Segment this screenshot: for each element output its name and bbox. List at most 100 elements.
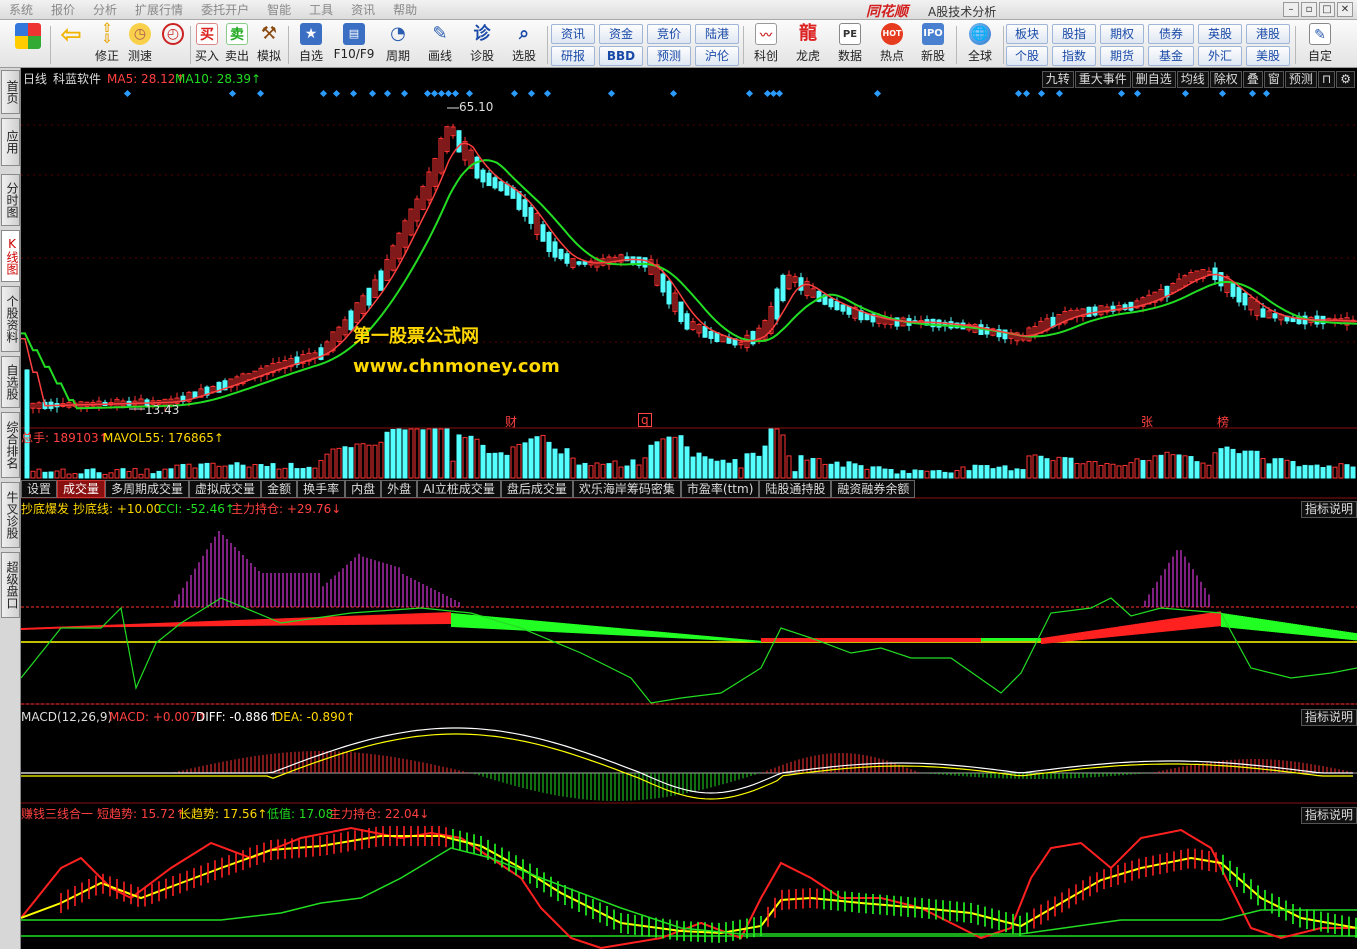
- tab-watchlist[interactable]: 自选股: [1, 356, 20, 408]
- buy-button[interactable]: 买 买入: [193, 23, 221, 64]
- bbd-button[interactable]: BBD: [599, 46, 643, 66]
- maximize-icon[interactable]: □: [1319, 2, 1335, 17]
- ind1-band: [465, 614, 467, 628]
- window-button[interactable]: 窗: [1263, 71, 1284, 88]
- event-marker-finance[interactable]: 财: [505, 413, 517, 430]
- subtab-settings[interactable]: 设置: [21, 480, 58, 498]
- event-marker-limitup[interactable]: 张: [1141, 413, 1153, 430]
- jiuzhuan-button[interactable]: 九转: [1041, 71, 1074, 88]
- restore-icon[interactable]: ▫: [1301, 2, 1317, 17]
- forex-button[interactable]: 外汇: [1198, 46, 1242, 66]
- forecast-button[interactable]: 预测: [647, 46, 691, 66]
- subtab-virtual-volume[interactable]: 虚拟成交量: [189, 480, 262, 498]
- f10-button[interactable]: ▤ F10/F9: [332, 23, 376, 61]
- chart-area[interactable]: 日线 科蓝软件 MA5: 28.12↑ MA10: 28.39↑ 九转 重大事件…: [21, 68, 1357, 949]
- single-stock-button[interactable]: 个股: [1006, 46, 1048, 66]
- subtab-inner[interactable]: 内盘: [345, 480, 382, 498]
- news-button[interactable]: 资讯: [551, 24, 595, 44]
- menu-quote[interactable]: 报价: [42, 1, 84, 18]
- custom-button[interactable]: ✎ 自定: [1300, 23, 1340, 64]
- major-events-button[interactable]: 重大事件: [1074, 71, 1131, 88]
- us-stock-button[interactable]: 美股: [1246, 46, 1290, 66]
- speed-test-button[interactable]: ◷ 测速: [125, 23, 155, 64]
- fund-button[interactable]: 资金: [599, 24, 643, 44]
- dragon-tiger-button[interactable]: 龍 龙虎: [788, 23, 828, 64]
- back-button[interactable]: ⇦: [56, 22, 86, 49]
- period-button[interactable]: ◔ 周期: [378, 23, 418, 64]
- menu-trade[interactable]: 委托开户: [192, 1, 258, 18]
- lock-icon[interactable]: ⊓: [1317, 71, 1336, 88]
- draw-line-button[interactable]: ✎ 画线: [420, 23, 460, 64]
- ind3-info-button[interactable]: 指标说明: [1300, 807, 1357, 824]
- ind1-info-button[interactable]: 指标说明: [1300, 501, 1357, 518]
- tab-diagnose[interactable]: 牛叉诊股: [1, 482, 20, 548]
- settings-icon[interactable]: ⚙: [1336, 71, 1355, 88]
- bonds-button[interactable]: 债券: [1148, 24, 1194, 44]
- subtab-multi-volume[interactable]: 多周期成交量: [105, 480, 190, 498]
- predict-button[interactable]: 预测: [1284, 71, 1317, 88]
- ipo-button[interactable]: IPO 新股: [913, 23, 953, 64]
- simulate-button[interactable]: ⚒ 模拟: [254, 23, 284, 64]
- menu-tools[interactable]: 工具: [300, 1, 342, 18]
- event-marker-list[interactable]: 榜: [1217, 413, 1229, 430]
- subtab-margin[interactable]: 融资融券余额: [831, 480, 916, 498]
- options-button[interactable]: 期权: [1100, 24, 1144, 44]
- close-icon[interactable]: ✕: [1337, 2, 1353, 17]
- stock-pick-button[interactable]: ⌕ 选股: [504, 23, 544, 64]
- menu-ext-market[interactable]: 扩展行情: [126, 1, 192, 18]
- ind1-band: [225, 620, 227, 627]
- windows-button[interactable]: [8, 23, 48, 49]
- data-button[interactable]: PE 数据: [830, 23, 870, 64]
- auction-button[interactable]: 竞价: [647, 24, 691, 44]
- subtab-outer[interactable]: 外盘: [381, 480, 418, 498]
- index-button[interactable]: 指数: [1052, 46, 1096, 66]
- stock-index-button[interactable]: 股指: [1052, 24, 1096, 44]
- subtab-pe[interactable]: 市盈率(ttm): [680, 480, 760, 498]
- subtab-volume[interactable]: 成交量: [57, 480, 106, 498]
- tab-ranking[interactable]: 综合排名: [1, 412, 20, 478]
- menu-analysis[interactable]: 分析: [84, 1, 126, 18]
- subtab-turnover[interactable]: 换手率: [297, 480, 346, 498]
- hotspot-button[interactable]: HOT 热点: [872, 23, 912, 64]
- menu-smart[interactable]: 智能: [258, 1, 300, 18]
- ma-button[interactable]: 均线: [1176, 71, 1209, 88]
- subtab-amount[interactable]: 金额: [261, 480, 298, 498]
- remove-watchlist-button[interactable]: 删自选: [1131, 71, 1176, 88]
- subtab-after-hours[interactable]: 盘后成交量: [500, 480, 573, 498]
- tab-stock-profile[interactable]: 个股资料: [1, 286, 20, 352]
- overlay-button[interactable]: 叠: [1242, 71, 1263, 88]
- tab-home[interactable]: 首页: [1, 70, 20, 114]
- uk-stock-button[interactable]: 英股: [1198, 24, 1242, 44]
- ind1-band: [831, 638, 833, 642]
- fix-button[interactable]: ⇧ ⇩ 修正: [92, 22, 122, 64]
- tab-apps[interactable]: 应用: [1, 118, 20, 166]
- futures-button[interactable]: 期货: [1100, 46, 1144, 66]
- ind1-band: [1257, 618, 1259, 631]
- sell-button[interactable]: 卖 卖出: [223, 23, 251, 64]
- menu-help[interactable]: 帮助: [384, 1, 426, 18]
- tab-kline[interactable]: K线图: [1, 230, 20, 282]
- watchlist-button[interactable]: ★ 自选: [292, 23, 330, 64]
- tab-super-panel[interactable]: 超级盘口: [1, 552, 20, 618]
- ex-rights-button[interactable]: 除权: [1209, 71, 1242, 88]
- diagnose-button[interactable]: 诊 诊股: [462, 23, 502, 64]
- minimize-icon[interactable]: –: [1283, 2, 1299, 17]
- event-marker-q[interactable]: q: [638, 413, 652, 427]
- subtab-ai-volume[interactable]: AI立桩成交量: [417, 480, 501, 498]
- subtab-chips[interactable]: 欢乐海岸筹码密集: [572, 480, 681, 498]
- menu-news[interactable]: 资讯: [342, 1, 384, 18]
- hk-stock-button[interactable]: 港股: [1246, 24, 1290, 44]
- global-button[interactable]: 🌐 全球: [959, 23, 1001, 64]
- hulun-button[interactable]: 沪伦: [695, 46, 739, 66]
- tab-intraday[interactable]: 分时图: [1, 174, 20, 226]
- report-button[interactable]: 研报: [551, 46, 595, 66]
- kechuang-button[interactable]: 〰 科创: [746, 23, 786, 64]
- ind1-band: [853, 638, 855, 642]
- ind2-info-button[interactable]: 指标说明: [1300, 709, 1357, 726]
- lugang-button[interactable]: 陆港: [695, 24, 739, 44]
- sector-button[interactable]: 板块: [1006, 24, 1048, 44]
- stopwatch2-button[interactable]: ◴: [158, 23, 188, 45]
- funds-button[interactable]: 基金: [1148, 46, 1194, 66]
- subtab-lugutong[interactable]: 陆股通持股: [759, 480, 832, 498]
- menu-system[interactable]: 系统: [0, 1, 42, 18]
